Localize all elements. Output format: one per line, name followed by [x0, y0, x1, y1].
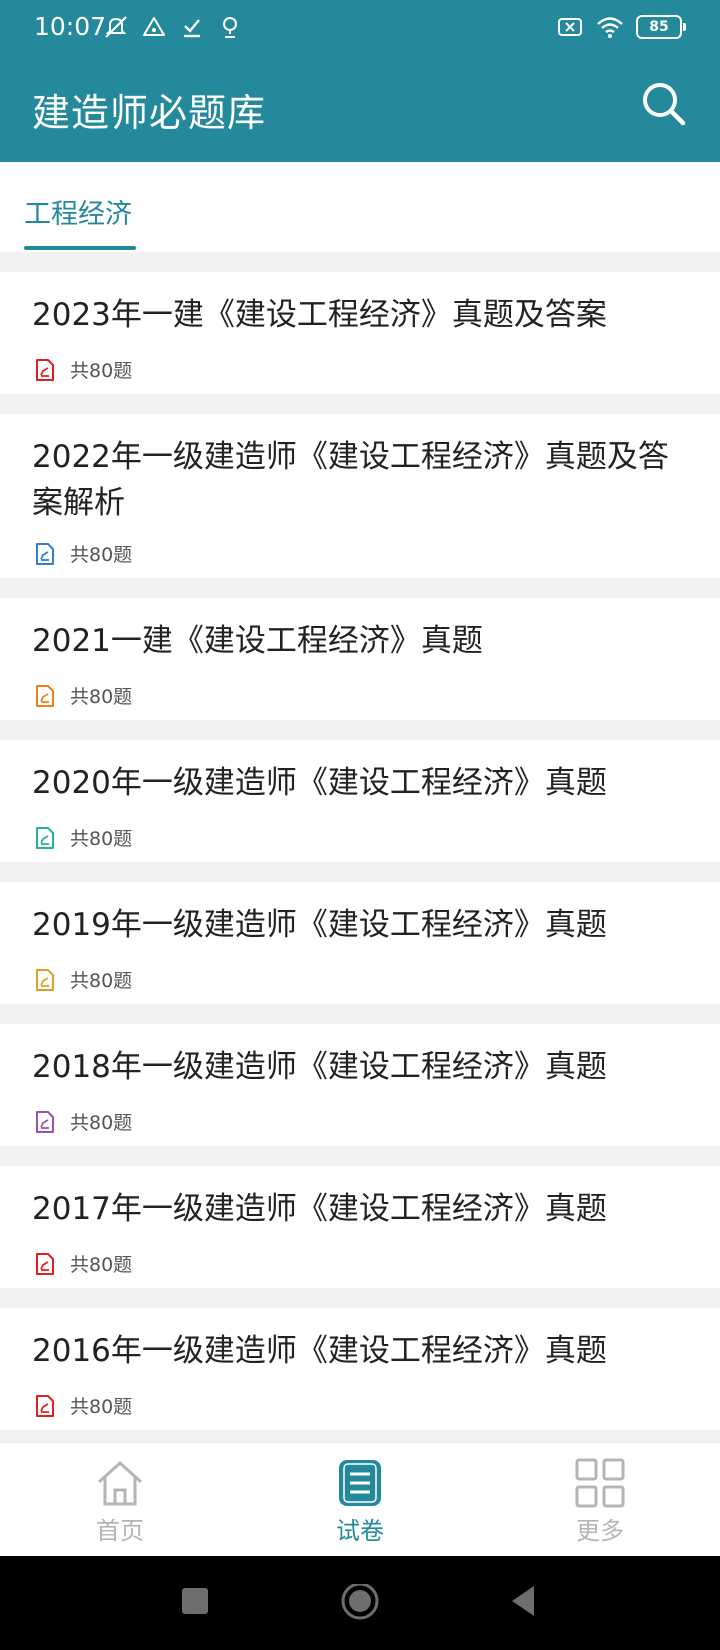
document-icon [36, 826, 54, 849]
question-count: 共80题 [70, 828, 133, 850]
paper-meta: 共80题 [34, 966, 132, 993]
status-left-icons [102, 13, 244, 41]
paper-meta: 共80题 [34, 1250, 132, 1277]
tab-bar: 工程经济 [0, 162, 720, 252]
nav-home[interactable]: 首页 [60, 1457, 180, 1546]
question-count: 共80题 [70, 544, 133, 566]
paper-title: 2017年一级建造师《建设工程经济》真题 [32, 1191, 607, 1227]
paper-title: 2022年一级建造师《建设工程经济》真题及答案解析 [32, 439, 669, 521]
paper-title: 2016年一级建造师《建设工程经济》真题 [32, 1333, 607, 1369]
status-right-icons: 85 [556, 13, 686, 41]
paper-title: 2023年一建《建设工程经济》真题及答案 [32, 297, 607, 333]
document-icon [36, 1110, 54, 1133]
list-item[interactable]: 2020年一级建造师《建设工程经济》真题 共80题 [0, 740, 720, 862]
paper-meta: 共80题 [34, 1392, 132, 1419]
question-count: 共80题 [70, 686, 133, 708]
nav-home-label: 首页 [96, 1517, 144, 1545]
home-icon [97, 1461, 143, 1506]
sim-off-icon [558, 18, 582, 36]
question-count: 共80题 [70, 970, 133, 992]
wifi-icon [597, 17, 623, 38]
paper-meta: 共80题 [34, 356, 132, 383]
tab-engineering-economics[interactable]: 工程经济 [24, 192, 132, 231]
mute-icon [105, 16, 127, 38]
question-count: 共80题 [70, 360, 133, 382]
back-icon[interactable] [508, 1584, 538, 1618]
nav-papers[interactable]: 试卷 [300, 1457, 420, 1546]
app-bar: 建造师必题库 [0, 56, 720, 162]
download-done-icon [184, 19, 200, 38]
document-icon [36, 358, 54, 381]
list-item[interactable]: 2021一建《建设工程经济》真题 共80题 [0, 598, 720, 720]
question-count: 共80题 [70, 1254, 133, 1276]
paper-meta: 共80题 [34, 1108, 132, 1135]
nav-more[interactable]: 更多 [540, 1457, 660, 1546]
paper-title: 2019年一级建造师《建设工程经济》真题 [32, 907, 607, 943]
list-item[interactable]: 2016年一级建造师《建设工程经济》真题 共80题 [0, 1308, 720, 1430]
list-item[interactable]: 2023年一建《建设工程经济》真题及答案 共80题 [0, 272, 720, 394]
document-icon [36, 1394, 54, 1417]
grid-icon [575, 1458, 625, 1508]
question-count: 共80题 [70, 1396, 133, 1418]
location-icon [223, 17, 237, 38]
list-item[interactable]: 2017年一级建造师《建设工程经济》真题 共80题 [0, 1166, 720, 1288]
recents-icon[interactable] [180, 1584, 210, 1618]
document-icon [36, 1252, 54, 1275]
home-button-icon[interactable] [340, 1584, 380, 1624]
paper-meta: 共80题 [34, 824, 132, 851]
list-item[interactable]: 2022年一级建造师《建设工程经济》真题及答案解析 共80题 [0, 414, 720, 578]
paper-meta: 共80题 [34, 682, 132, 709]
nav-more-label: 更多 [576, 1517, 624, 1545]
paper-list[interactable]: 2023年一建《建设工程经济》真题及答案 共80题 2022年一级建造师《建设工… [0, 252, 720, 1442]
tab-indicator [24, 246, 136, 250]
list-item[interactable]: 2018年一级建造师《建设工程经济》真题 共80题 [0, 1024, 720, 1146]
battery-icon: 85 [636, 15, 686, 39]
search-icon[interactable] [638, 78, 690, 130]
warning-icon [143, 17, 165, 36]
status-time: 10:07 [34, 12, 107, 41]
bottom-nav: 首页 试卷 更多 [0, 1442, 720, 1556]
list-item[interactable]: 2019年一级建造师《建设工程经济》真题 共80题 [0, 882, 720, 1004]
document-icon [36, 684, 54, 707]
document-icon [36, 968, 54, 991]
document-icon [36, 542, 54, 565]
nav-papers-label: 试卷 [336, 1517, 384, 1545]
paper-title: 2020年一级建造师《建设工程经济》真题 [32, 765, 607, 801]
status-bar: 10:07 85 [0, 0, 720, 56]
papers-icon [339, 1460, 381, 1506]
paper-meta: 共80题 [34, 540, 132, 567]
page-title: 建造师必题库 [32, 91, 267, 135]
system-nav-bar [0, 1556, 720, 1650]
paper-title: 2021一建《建设工程经济》真题 [32, 623, 483, 659]
question-count: 共80题 [70, 1112, 133, 1134]
paper-title: 2018年一级建造师《建设工程经济》真题 [32, 1049, 607, 1085]
